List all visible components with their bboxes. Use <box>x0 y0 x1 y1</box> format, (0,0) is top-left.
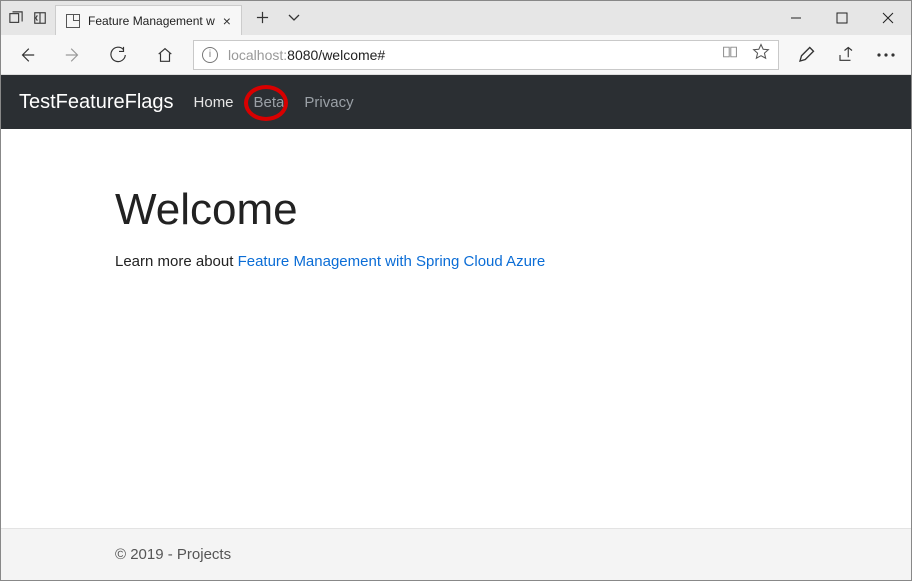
page-footer: © 2019 - Projects <box>1 528 911 580</box>
share-icon[interactable] <box>829 38 863 72</box>
maximize-button[interactable] <box>819 1 865 35</box>
site-info-icon[interactable]: i <box>202 47 218 63</box>
lead-prefix: Learn more about <box>115 253 238 270</box>
refresh-button[interactable] <box>101 37 137 73</box>
browser-tab[interactable]: Feature Management w × <box>55 5 242 35</box>
tabs-aside-icon[interactable] <box>9 11 23 25</box>
url-path: 8080/welcome# <box>287 47 385 63</box>
nav-link-privacy[interactable]: Privacy <box>304 94 353 111</box>
more-icon[interactable] <box>869 38 903 72</box>
reading-view-icon[interactable] <box>722 44 738 65</box>
titlebar-left-icons <box>1 1 55 35</box>
window-controls <box>773 1 911 35</box>
tab-preview-icon[interactable] <box>33 11 47 25</box>
notes-icon[interactable] <box>789 38 823 72</box>
nav-link-home[interactable]: Home <box>194 94 234 111</box>
new-tab-icon[interactable] <box>256 11 269 29</box>
url-text: localhost:8080/welcome# <box>228 47 385 63</box>
tab-title: Feature Management w <box>88 14 215 28</box>
nav-link-beta[interactable]: Beta <box>254 94 285 111</box>
favorite-icon[interactable] <box>752 43 770 66</box>
address-bar[interactable]: i localhost:8080/welcome# <box>193 40 779 70</box>
site-brand[interactable]: TestFeatureFlags <box>19 91 174 114</box>
window-titlebar: Feature Management w × <box>1 1 911 35</box>
close-tab-icon[interactable]: × <box>223 13 231 29</box>
address-bar-actions <box>722 43 770 66</box>
site-navbar: TestFeatureFlags Home Beta Privacy <box>1 75 911 129</box>
url-host: localhost: <box>228 47 287 63</box>
footer-text: © 2019 - Projects <box>115 546 231 563</box>
back-button[interactable] <box>9 37 45 73</box>
home-button[interactable] <box>147 37 183 73</box>
forward-button[interactable] <box>55 37 91 73</box>
minimize-button[interactable] <box>773 1 819 35</box>
tab-strip-actions <box>242 1 301 35</box>
toolbar-right-icons <box>789 38 903 72</box>
lead-link[interactable]: Feature Management with Spring Cloud Azu… <box>238 253 546 270</box>
lead-text: Learn more about Feature Management with… <box>115 253 911 270</box>
page-heading: Welcome <box>115 185 911 235</box>
browser-toolbar: i localhost:8080/welcome# <box>1 35 911 75</box>
nav-link-beta-label: Beta <box>254 94 285 111</box>
page-content: Welcome Learn more about Feature Managem… <box>1 129 911 270</box>
chevron-down-icon[interactable] <box>287 10 301 29</box>
page-icon <box>66 14 80 28</box>
close-window-button[interactable] <box>865 1 911 35</box>
